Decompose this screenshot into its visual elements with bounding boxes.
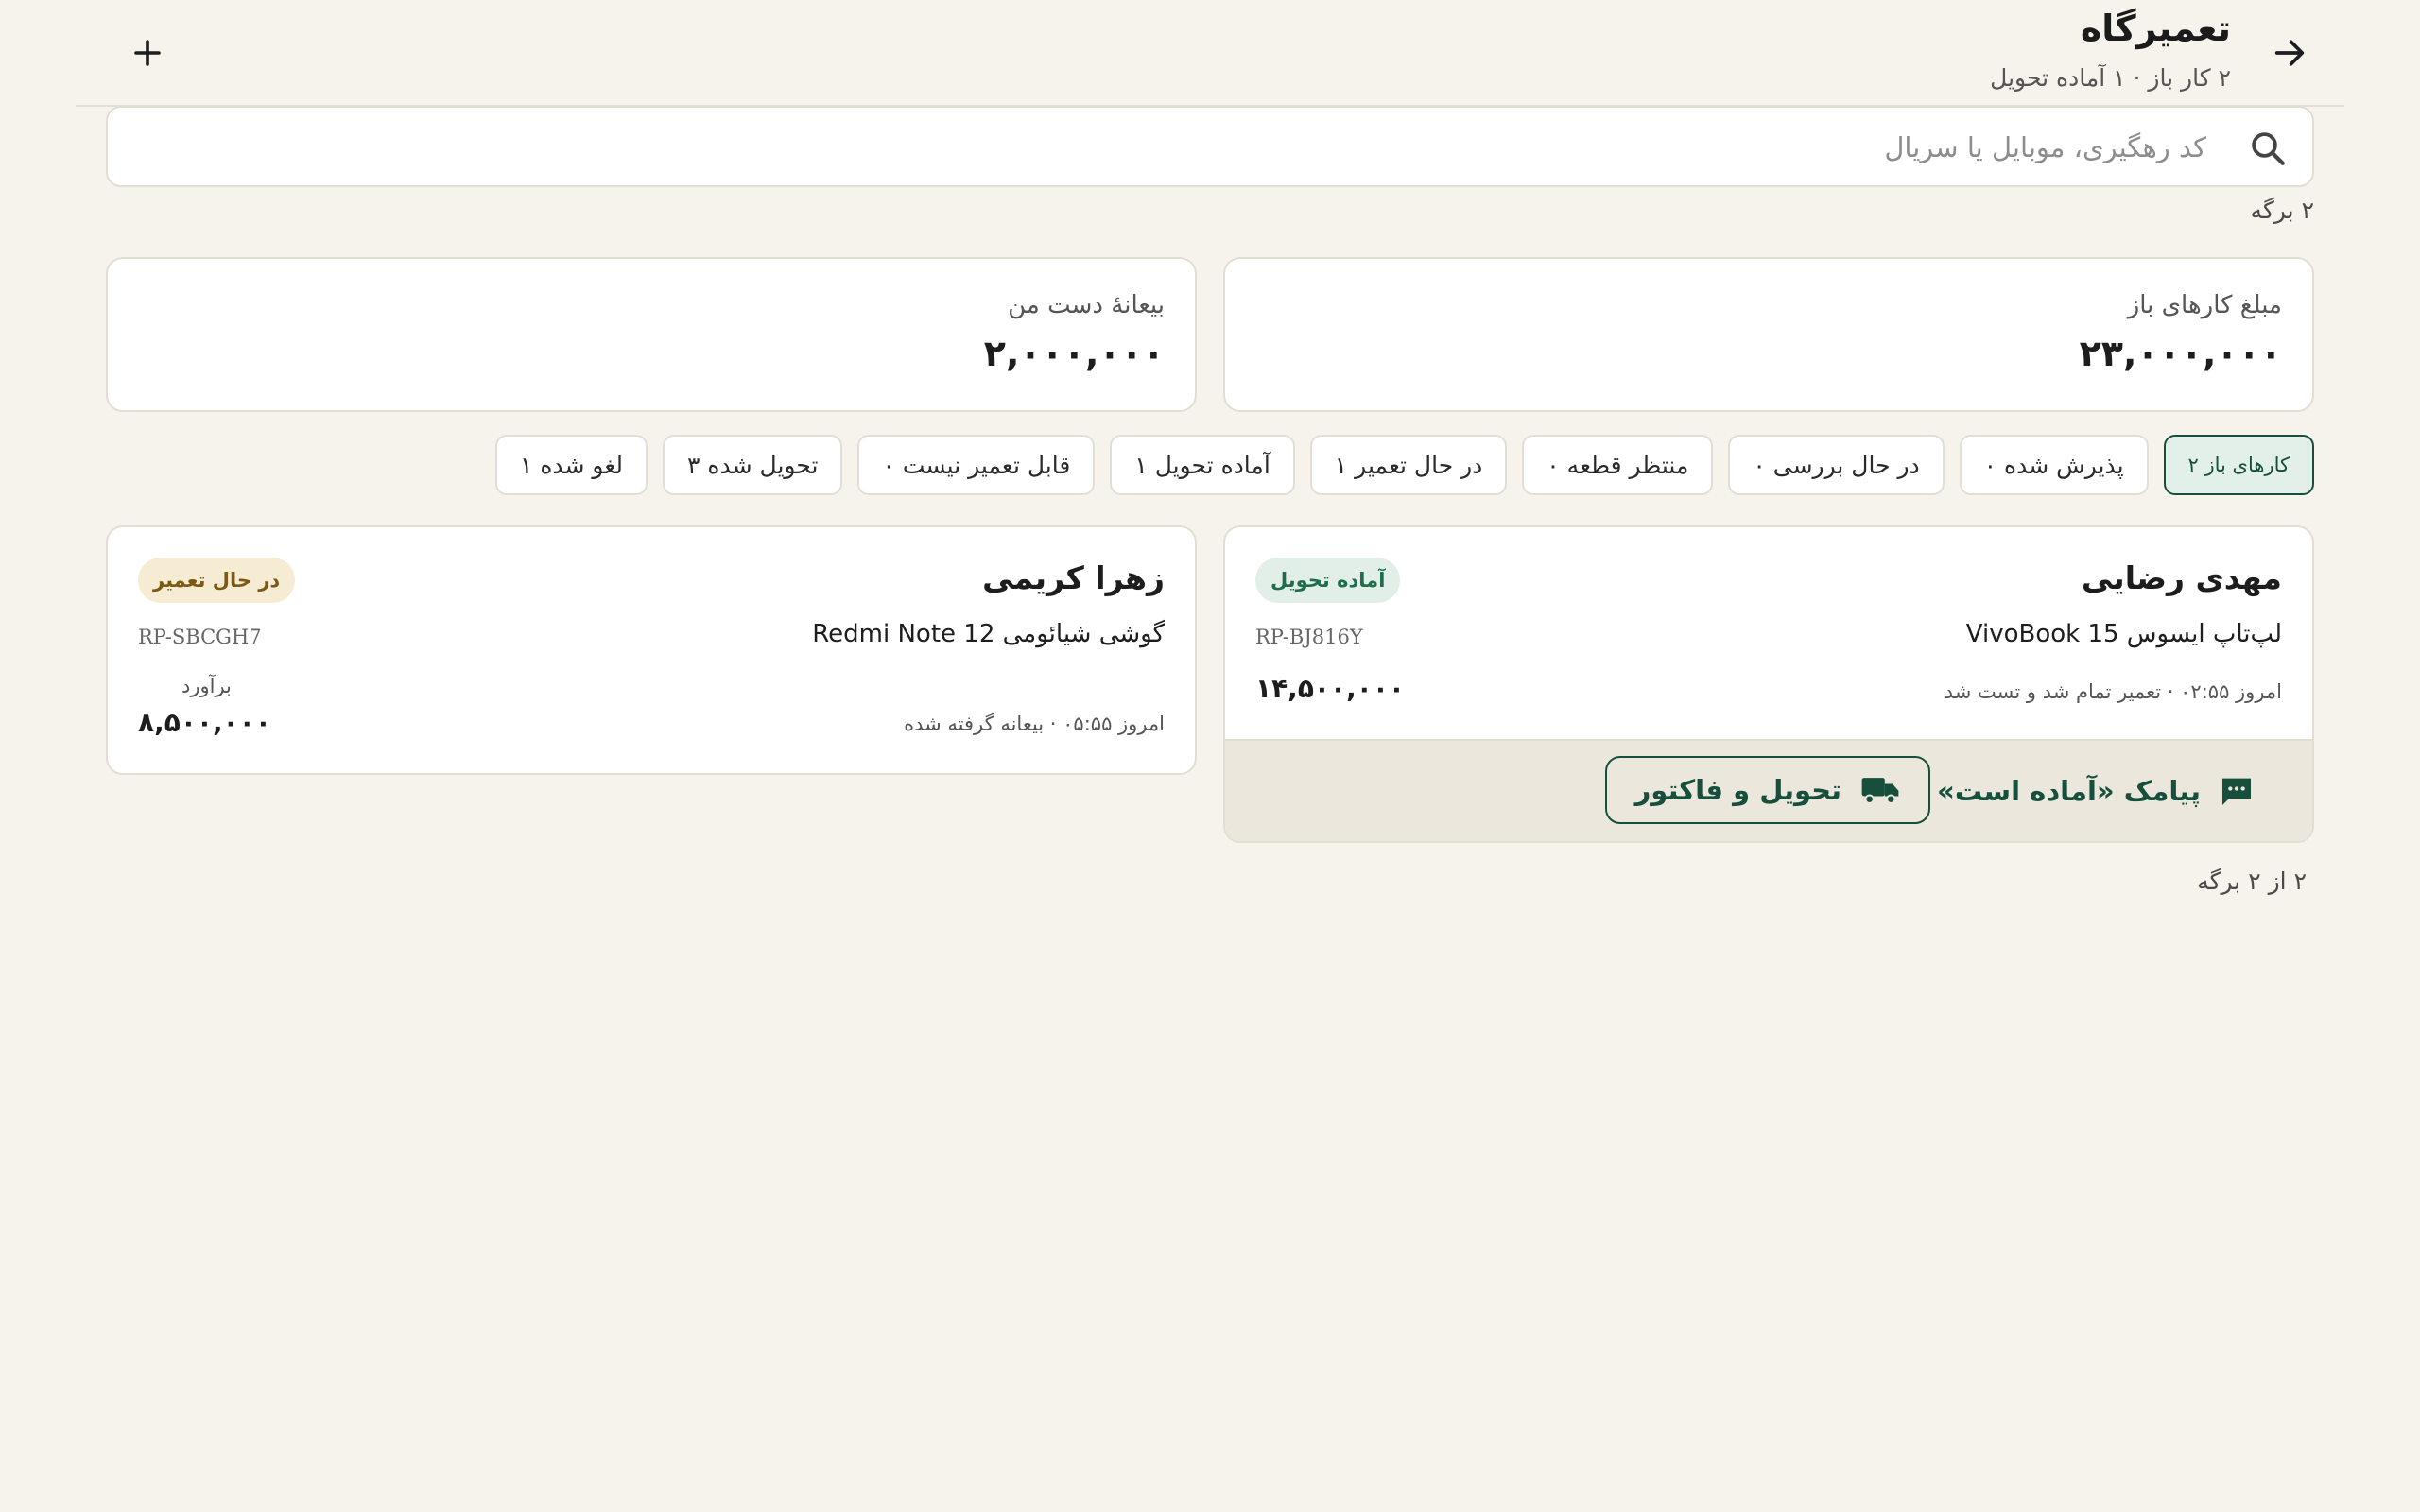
estimate-label: برآورد	[182, 675, 232, 697]
tracking-code: RP-BJ816Y	[1255, 626, 1363, 648]
chip-cancelled[interactable]: لغو شده ۱	[494, 435, 648, 495]
back-button[interactable]	[2263, 26, 2316, 79]
status-badge: آماده تحویل	[1255, 558, 1401, 603]
search-icon[interactable]	[2248, 129, 2288, 168]
plus-icon	[134, 40, 161, 66]
job-card[interactable]: زهرا کریمی در حال تعمیر گوشی شیائومی Red…	[106, 525, 1197, 775]
stat-label: مبلغ کارهای باز	[2127, 291, 2282, 319]
job-card[interactable]: مهدی رضایی آماده تحویل لپ‌تاپ ایسوس Vivo…	[1223, 525, 2314, 843]
page-title: تعمیرگاه	[2080, 8, 2231, 49]
search-input[interactable]	[130, 121, 2208, 174]
chip-waiting-parts[interactable]: منتظر قطعه ۰	[1522, 435, 1714, 495]
chip-repairing[interactable]: در حال تعمیر ۱	[1309, 435, 1508, 495]
search-box	[106, 106, 2314, 187]
sms-ready-button[interactable]: پیامک «آماده است»	[1937, 758, 2256, 824]
chip-received[interactable]: پذیرش شده ۰	[1959, 435, 2149, 495]
customer-name: زهرا کریمی	[982, 559, 1165, 596]
stat-card-open-amount: مبلغ کارهای باز ۲۳,۰۰۰,۰۰۰	[1223, 257, 2314, 412]
chip-ready[interactable]: آماده تحویل ۱	[1110, 435, 1295, 495]
deliver-invoice-button[interactable]: تحویل و فاکتور	[1604, 756, 1930, 824]
sms-button-label: پیامک «آماده است»	[1937, 775, 2201, 807]
job-price: ۱۴,۵۰۰,۰۰۰	[1255, 673, 1405, 704]
stat-value: ۲۳,۰۰۰,۰۰۰	[2079, 333, 2282, 374]
arrow-right-icon	[2274, 40, 2305, 66]
chip-delivered[interactable]: تحویل شده ۳	[663, 435, 843, 495]
job-meta: امروز ۰۲:۵۵ · تعمیر تمام شد و تست شد	[1944, 680, 2282, 703]
device-name: لپ‌تاپ ایسوس VivoBook 15	[1965, 620, 2282, 648]
add-job-button[interactable]	[121, 26, 174, 79]
job-price: ۸,۵۰۰,۰۰۰	[138, 707, 271, 738]
device-name: گوشی شیائومی Redmi Note 12	[812, 620, 1165, 648]
message-icon	[2222, 778, 2251, 805]
tracking-code: RP-SBCGH7	[138, 626, 262, 648]
status-badge: در حال تعمیر	[138, 558, 296, 603]
truck-icon	[1861, 778, 1899, 804]
chip-open-jobs[interactable]: کارهای باز ۲	[2163, 435, 2314, 495]
job-meta: امروز ۰۵:۵۵ · بیعانه گرفته شده	[904, 713, 1165, 735]
stat-label: بیعانهٔ دست من	[1008, 291, 1165, 319]
chip-inspecting[interactable]: در حال بررسی ۰	[1728, 435, 1945, 495]
page-subtitle: ۲ کار باز · ۱ آماده تحویل	[1990, 64, 2231, 92]
card-actions: پیامک «آماده است» تحویل و فاکتور	[1225, 739, 2312, 841]
chip-unrepairable[interactable]: قابل تعمیر نیست ۰	[857, 435, 1096, 495]
status-filter-chips: کارهای باز ۲ پذیرش شده ۰ در حال بررسی ۰ …	[494, 435, 2314, 495]
deliver-button-label: تحویل و فاکتور	[1634, 774, 1841, 806]
results-count: ۲ برگه	[2250, 197, 2314, 224]
pagination-status: ۲ از ۲ برگه	[2197, 868, 2307, 895]
customer-name: مهدی رضایی	[2081, 559, 2282, 596]
stat-value: ۲,۰۰۰,۰۰۰	[983, 333, 1165, 374]
app-header: تعمیرگاه ۲ کار باز · ۱ آماده تحویل	[76, 0, 2344, 107]
stat-card-deposit: بیعانهٔ دست من ۲,۰۰۰,۰۰۰	[106, 257, 1197, 412]
